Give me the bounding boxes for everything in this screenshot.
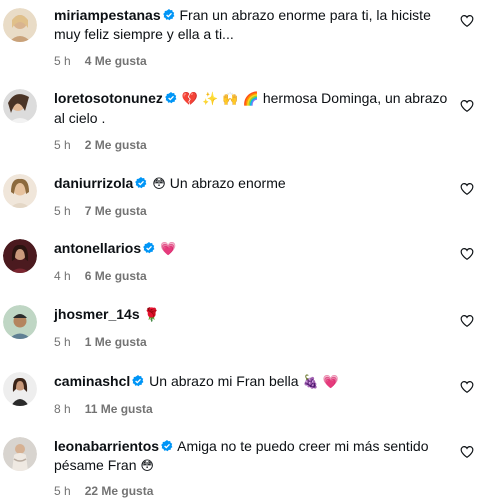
comment-emojis: 😳 bbox=[140, 459, 154, 474]
comment-username[interactable]: antonellarios bbox=[54, 240, 141, 256]
heart-outline-icon[interactable] bbox=[460, 247, 474, 261]
comment-username[interactable]: leonabarrientos bbox=[54, 438, 159, 454]
verified-badge-icon bbox=[165, 92, 177, 104]
verified-badge-icon bbox=[162, 9, 175, 21]
comment-text-block: jhosmer_14s 🌹 bbox=[54, 305, 454, 325]
comment-likes[interactable]: 22 Me gusta bbox=[85, 484, 154, 498]
comment-meta: 5 h 2 Me gusta bbox=[54, 138, 454, 152]
comment-likes[interactable]: 7 Me gusta bbox=[85, 204, 147, 218]
comment-meta: 4 h 6 Me gusta bbox=[54, 269, 454, 283]
heart-outline-icon[interactable] bbox=[460, 314, 474, 328]
avatar[interactable] bbox=[3, 89, 37, 123]
verified-badge-icon bbox=[135, 177, 147, 189]
avatar[interactable] bbox=[3, 8, 37, 42]
heart-outline-icon[interactable] bbox=[460, 99, 474, 113]
comment-likes[interactable]: 11 Me gusta bbox=[85, 402, 153, 416]
comment-text: Un abrazo mi Fran bella bbox=[149, 373, 299, 389]
comment-text-block: daniurrizola 😳 Un abrazo enorme bbox=[54, 174, 454, 194]
comment-time[interactable]: 8 h bbox=[54, 402, 71, 416]
comment-text-block: miriampestanas Fran un abrazo enorme par… bbox=[54, 6, 454, 44]
comment-meta: 8 h 11 Me gusta bbox=[54, 402, 454, 416]
comment-meta: 5 h 4 Me gusta bbox=[54, 54, 454, 68]
comment-emojis: 💗 bbox=[160, 242, 177, 257]
avatar[interactable] bbox=[3, 372, 37, 406]
comment-text-block: antonellarios 💗 bbox=[54, 239, 454, 259]
comments-list: miriampestanas Fran un abrazo enorme par… bbox=[0, 0, 486, 498]
comment-likes[interactable]: 1 Me gusta bbox=[85, 335, 147, 349]
comment-username[interactable]: miriampestanas bbox=[54, 7, 161, 23]
comment-username[interactable]: daniurrizola bbox=[54, 175, 133, 191]
comment-meta: 5 h 7 Me gusta bbox=[54, 204, 454, 218]
verified-badge-icon bbox=[161, 440, 173, 452]
avatar[interactable] bbox=[3, 305, 37, 339]
comment-emojis: 🍇 💗 bbox=[302, 375, 339, 390]
comment-likes[interactable]: 4 Me gusta bbox=[85, 54, 147, 68]
comment-username[interactable]: caminashcl bbox=[54, 373, 130, 389]
comment-time[interactable]: 5 h bbox=[54, 204, 71, 218]
comment-emojis: 🌹 bbox=[143, 308, 160, 323]
comment-likes[interactable]: 6 Me gusta bbox=[85, 269, 147, 283]
heart-outline-icon[interactable] bbox=[460, 445, 474, 459]
comment-time[interactable]: 5 h bbox=[54, 54, 71, 68]
verified-badge-icon bbox=[132, 375, 144, 387]
comment-time[interactable]: 5 h bbox=[54, 484, 71, 498]
comment-time[interactable]: 4 h bbox=[54, 269, 71, 283]
comment-username[interactable]: loretosotonunez bbox=[54, 90, 163, 106]
comment-text: Un abrazo enorme bbox=[169, 175, 286, 191]
verified-badge-icon bbox=[143, 242, 155, 254]
comment-likes[interactable]: 2 Me gusta bbox=[85, 138, 147, 152]
comment-emojis: 💔 ✨ 🙌 🌈 bbox=[181, 92, 259, 107]
comment-username[interactable]: jhosmer_14s bbox=[54, 306, 140, 322]
comment-time[interactable]: 5 h bbox=[54, 335, 71, 349]
comment-meta: 5 h 1 Me gusta bbox=[54, 335, 454, 349]
heart-outline-icon[interactable] bbox=[460, 380, 474, 394]
comment-text-block: caminashcl Un abrazo mi Fran bella 🍇 💗 bbox=[54, 372, 454, 392]
avatar[interactable] bbox=[3, 174, 37, 208]
heart-outline-icon[interactable] bbox=[460, 182, 474, 196]
comment-time[interactable]: 5 h bbox=[54, 138, 71, 152]
avatar[interactable] bbox=[3, 239, 37, 273]
heart-outline-icon[interactable] bbox=[460, 14, 474, 28]
comment-meta: 5 h 22 Me gusta bbox=[54, 484, 454, 498]
comment-text-block: leonabarrientos Amiga no te puedo creer … bbox=[54, 437, 454, 476]
avatar[interactable] bbox=[3, 437, 37, 471]
comment-emojis: 😳 bbox=[152, 177, 166, 192]
comment-text-block: loretosotonunez 💔 ✨ 🙌 🌈 hermosa Dominga,… bbox=[54, 89, 454, 128]
